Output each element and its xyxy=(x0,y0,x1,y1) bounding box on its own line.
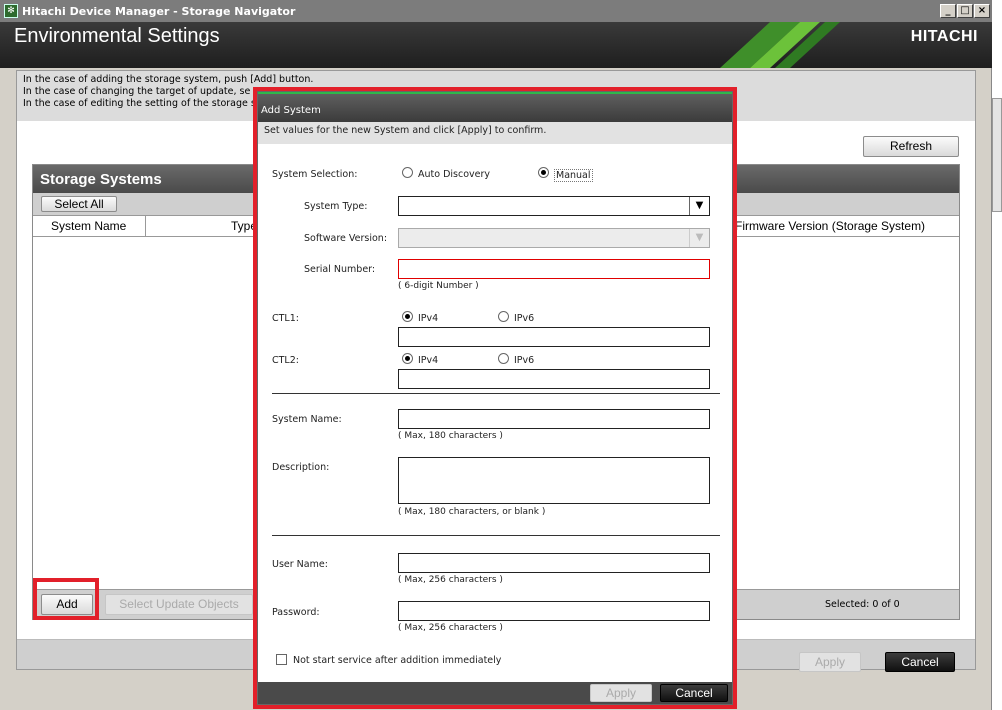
info-line-1: In the case of adding the storage system… xyxy=(23,74,314,85)
ctl2-label: CTL2: xyxy=(272,355,299,366)
column-type[interactable]: Type xyxy=(231,219,257,233)
ctl1-label: CTL1: xyxy=(272,313,299,324)
dialog-cancel-button[interactable]: Cancel xyxy=(660,684,728,702)
divider xyxy=(272,535,720,536)
user-name-hint: ( Max, 256 characters ) xyxy=(398,575,503,585)
divider xyxy=(272,393,720,394)
system-type-label: System Type: xyxy=(304,201,368,212)
page-header: Environmental Settings HITACHI xyxy=(0,22,992,68)
add-system-dialog: Add System Set values for the new System… xyxy=(257,91,733,705)
apply-button[interactable]: Apply xyxy=(799,652,861,672)
serial-number-hint: ( 6-digit Number ) xyxy=(398,281,479,291)
chevron-down-icon[interactable]: ▼ xyxy=(689,229,709,247)
user-name-label: User Name: xyxy=(272,559,328,570)
ctl1-ipv6-label[interactable]: IPv6 xyxy=(514,313,534,324)
system-name-hint: ( Max, 180 characters ) xyxy=(398,431,503,441)
column-system-name[interactable]: System Name xyxy=(51,219,126,233)
ctl2-address-input[interactable] xyxy=(398,369,710,389)
dialog-footer: Apply Cancel xyxy=(258,682,732,704)
serial-number-input[interactable] xyxy=(398,259,710,279)
ctl2-ipv6-label[interactable]: IPv6 xyxy=(514,355,534,366)
refresh-button[interactable]: Refresh xyxy=(863,136,959,157)
ctl2-ipv6-radio[interactable] xyxy=(498,353,509,364)
system-selection-label: System Selection: xyxy=(272,169,358,180)
serial-number-label: Serial Number: xyxy=(304,264,376,275)
page-title: Environmental Settings xyxy=(14,25,220,47)
selected-count: Selected: 0 of 0 xyxy=(825,599,900,610)
dialog-title: Add System xyxy=(258,92,732,122)
background-scrollbar[interactable] xyxy=(992,98,1002,212)
description-textarea[interactable] xyxy=(398,457,710,504)
password-hint: ( Max, 256 characters ) xyxy=(398,623,503,633)
window-title: Hitachi Device Manager - Storage Navigat… xyxy=(22,5,296,18)
description-label: Description: xyxy=(272,462,330,473)
minimize-button[interactable]: _ xyxy=(940,4,956,18)
maximize-button[interactable]: □ xyxy=(957,4,973,18)
ctl2-ipv4-label[interactable]: IPv4 xyxy=(418,355,438,366)
system-type-select[interactable]: ▼ xyxy=(398,196,710,216)
hitachi-logo: HITACHI xyxy=(910,28,978,45)
password-label: Password: xyxy=(272,607,320,618)
ctl1-ipv4-radio[interactable] xyxy=(402,311,413,322)
manual-label[interactable]: Manual xyxy=(554,169,593,182)
software-version-select[interactable]: ▼ xyxy=(398,228,710,248)
ctl1-ipv6-radio[interactable] xyxy=(498,311,509,322)
description-hint: ( Max, 180 characters, or blank ) xyxy=(398,507,546,517)
not-start-service-label[interactable]: Not start service after addition immedia… xyxy=(293,655,501,666)
column-divider xyxy=(145,216,146,236)
header-decoration-graphic xyxy=(720,22,840,68)
add-button[interactable]: Add xyxy=(41,594,93,615)
ctl1-ipv4-label[interactable]: IPv4 xyxy=(418,313,438,324)
select-update-objects-button[interactable]: Select Update Objects xyxy=(105,594,253,615)
column-firmware-version[interactable]: Firmware Version (Storage System) xyxy=(735,219,925,233)
system-name-label: System Name: xyxy=(272,414,342,425)
system-name-input[interactable] xyxy=(398,409,710,429)
dialog-apply-button[interactable]: Apply xyxy=(590,684,652,702)
close-button[interactable]: × xyxy=(974,4,990,18)
ctl2-ipv4-radio[interactable] xyxy=(402,353,413,364)
auto-discovery-label[interactable]: Auto Discovery xyxy=(418,169,490,180)
ctl1-address-input[interactable] xyxy=(398,327,710,347)
chevron-down-icon[interactable]: ▼ xyxy=(689,197,709,215)
auto-discovery-radio[interactable] xyxy=(402,167,413,178)
cancel-button[interactable]: Cancel xyxy=(885,652,955,672)
user-name-input[interactable] xyxy=(398,553,710,573)
window-titlebar: ✻ Hitachi Device Manager - Storage Navig… xyxy=(0,0,992,22)
select-all-button[interactable]: Select All xyxy=(41,196,117,212)
not-start-service-checkbox[interactable] xyxy=(276,654,287,665)
manual-radio[interactable] xyxy=(538,167,549,178)
dialog-description: Set values for the new System and click … xyxy=(258,122,732,144)
app-icon: ✻ xyxy=(4,4,18,18)
password-input[interactable] xyxy=(398,601,710,621)
software-version-label: Software Version: xyxy=(304,233,388,244)
